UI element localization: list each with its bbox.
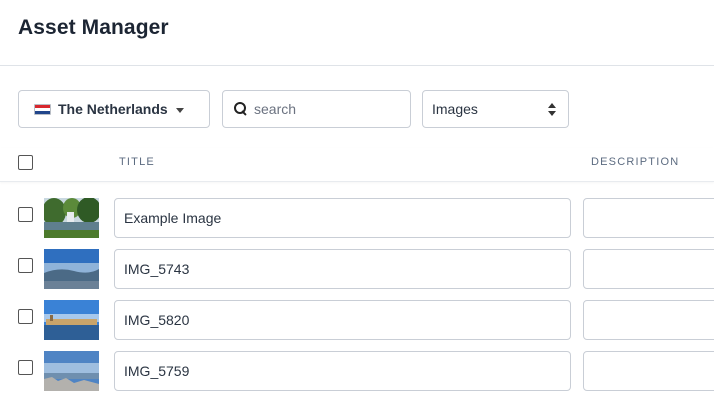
asset-thumbnail[interactable] xyxy=(44,198,99,238)
search-icon xyxy=(233,101,249,117)
search-input[interactable] xyxy=(254,101,404,117)
description-field[interactable] xyxy=(583,300,714,340)
caret-down-icon xyxy=(175,107,184,113)
asset-type-select[interactable]: Images xyxy=(422,90,569,128)
asset-thumbnail[interactable] xyxy=(44,351,99,391)
netherlands-flag-icon xyxy=(34,103,51,115)
page-title: Asset Manager xyxy=(18,16,169,39)
table-row: IMG_5743 xyxy=(0,249,714,289)
row-checkbox[interactable] xyxy=(18,309,33,324)
table-row: IMG_5759 xyxy=(0,351,714,391)
asset-type-selected: Images xyxy=(432,101,478,117)
asset-thumbnail[interactable] xyxy=(44,300,99,340)
select-all-checkbox[interactable] xyxy=(18,155,33,170)
app-header: Asset Manager xyxy=(0,0,714,66)
locale-label: The Netherlands xyxy=(58,101,168,117)
title-field[interactable]: IMG_5743 xyxy=(114,249,571,289)
title-field[interactable]: IMG_5820 xyxy=(114,300,571,340)
toolbar: The Netherlands Images xyxy=(0,90,714,128)
title-field[interactable]: Example Image xyxy=(114,198,571,238)
table-header: TITLE DESCRIPTION xyxy=(0,148,714,182)
search-box[interactable] xyxy=(222,90,411,128)
column-header-title: TITLE xyxy=(119,156,155,168)
locale-dropdown-button[interactable]: The Netherlands xyxy=(18,90,210,128)
row-checkbox[interactable] xyxy=(18,258,33,273)
description-field[interactable] xyxy=(583,198,714,238)
title-field[interactable]: IMG_5759 xyxy=(114,351,571,391)
row-checkbox[interactable] xyxy=(18,360,33,375)
description-field[interactable] xyxy=(583,249,714,289)
updown-chevron-icon xyxy=(548,103,556,116)
asset-thumbnail[interactable] xyxy=(44,249,99,289)
description-field[interactable] xyxy=(583,351,714,391)
column-header-description: DESCRIPTION xyxy=(591,156,680,168)
row-checkbox[interactable] xyxy=(18,207,33,222)
table-row: Example Image xyxy=(0,198,714,238)
table-row: IMG_5820 xyxy=(0,300,714,340)
